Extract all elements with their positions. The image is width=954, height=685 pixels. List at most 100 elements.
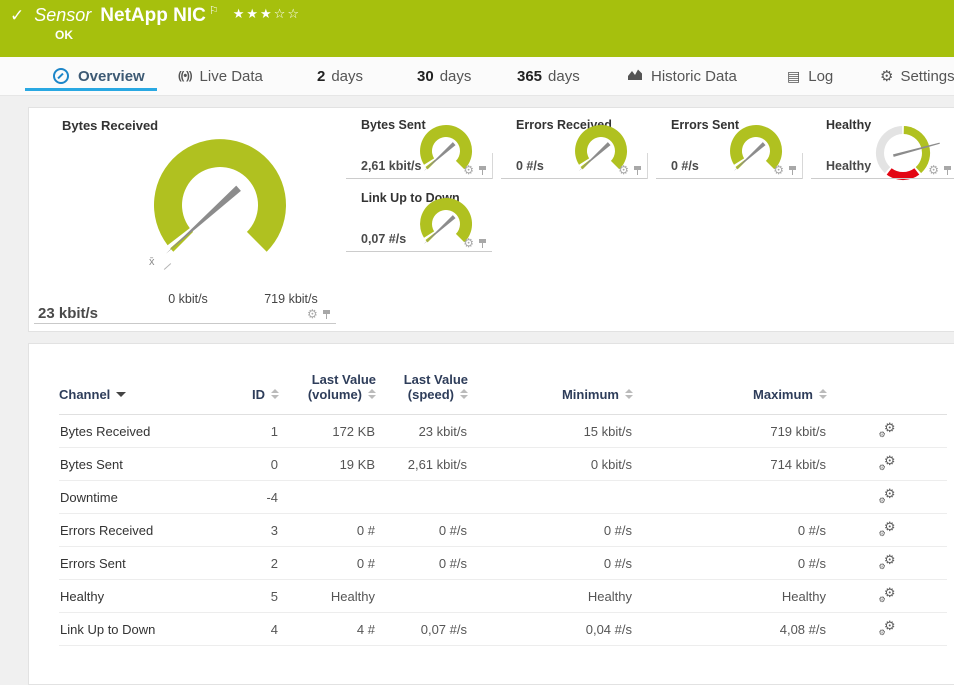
col-header-minimum[interactable]: Minimum xyxy=(468,372,633,415)
mini-panel-healthy: Healthy Healthy ⚙ xyxy=(811,113,954,185)
maximum-value: 0 #/s xyxy=(633,514,827,547)
gear-icon[interactable]: ⚙ xyxy=(307,309,318,320)
gauge-tools: ⚙ xyxy=(928,165,952,176)
table-row: Link Up to Down 4 4 # 0,07 #/s 0,04 #/s … xyxy=(59,613,947,646)
priority-stars[interactable]: ★★★☆☆ xyxy=(233,6,301,22)
tab-number: 2 xyxy=(317,68,325,85)
pin-icon[interactable] xyxy=(633,165,642,176)
tab-label: Historic Data xyxy=(651,68,737,85)
tab-label: Settings xyxy=(900,68,954,85)
col-header-id[interactable]: ID xyxy=(199,372,279,415)
mini-panel-errors-received: Errors Received 0 #/s ⚙ xyxy=(501,113,648,185)
object-kind-label: Sensor xyxy=(34,5,91,26)
col-header-maximum[interactable]: Maximum xyxy=(633,372,827,415)
divider xyxy=(34,323,336,324)
minimum-value: 0 #/s xyxy=(468,547,633,580)
log-list-icon: ▤ xyxy=(787,68,800,85)
tab-label: days xyxy=(440,68,472,85)
sort-icon xyxy=(624,389,633,400)
channel-id: 3 xyxy=(199,514,279,547)
divider xyxy=(656,178,802,179)
last-value-speed xyxy=(376,580,468,613)
tab-2-days[interactable]: 2 days xyxy=(317,57,363,95)
channel-id: 4 xyxy=(199,613,279,646)
channel-settings-icon[interactable]: ⚙⚙ xyxy=(879,488,896,504)
sort-icon xyxy=(270,389,279,400)
gear-icon[interactable]: ⚙ xyxy=(773,165,784,176)
last-value-volume: 172 KB xyxy=(279,415,376,448)
channel-name: Healthy xyxy=(59,580,199,613)
last-value-volume: 19 KB xyxy=(279,448,376,481)
gear-icon[interactable]: ⚙ xyxy=(463,165,474,176)
gear-icon[interactable]: ⚙ xyxy=(928,165,939,176)
col-label: (volume) xyxy=(308,387,362,402)
sort-icon xyxy=(459,389,468,400)
col-header-last-value-speed[interactable]: Last Value (speed) xyxy=(376,372,468,415)
table-row: Downtime -4 ⚙⚙ xyxy=(59,481,947,514)
mini-panel-bytes-sent: Bytes Sent 2,61 kbit/s ⚙ xyxy=(346,113,493,185)
tab-historic-data[interactable]: Historic Data xyxy=(627,57,737,95)
channel-settings-icon[interactable]: ⚙⚙ xyxy=(879,521,896,537)
channel-settings-icon[interactable]: ⚙⚙ xyxy=(879,620,896,636)
gauges-card: Bytes Received x̄ 0 kbit/s 719 kbit/s 23… xyxy=(28,107,954,332)
channel-name: Errors Sent xyxy=(59,547,199,580)
col-label: Last Value xyxy=(312,372,376,387)
tab-number: 365 xyxy=(517,68,542,85)
channel-settings-icon[interactable]: ⚙⚙ xyxy=(879,455,896,471)
broadcast-icon: ((•)) xyxy=(178,70,192,82)
col-header-last-value-volume[interactable]: Last Value (volume) xyxy=(279,372,376,415)
sensor-header: ✓ Sensor NetApp NIC ⚐ ★★★☆☆ OK xyxy=(0,0,954,57)
tab-live-data[interactable]: ((•)) Live Data xyxy=(178,57,263,95)
col-label: ID xyxy=(252,387,265,402)
tab-overview[interactable]: Overview xyxy=(53,57,145,95)
last-value-speed: 0 #/s xyxy=(376,547,468,580)
gear-icon: ⚙ xyxy=(879,628,886,637)
gear-icon: ⚙ xyxy=(880,67,893,85)
mean-marker: x̄ xyxy=(149,256,155,268)
last-value-speed: 23 kbit/s xyxy=(376,415,468,448)
channel-id: 1 xyxy=(199,415,279,448)
tab-label: Live Data xyxy=(200,68,263,85)
area-chart-icon xyxy=(627,68,643,85)
gear-icon: ⚙ xyxy=(879,496,886,505)
pin-icon[interactable] xyxy=(943,165,952,176)
channel-id: -4 xyxy=(199,481,279,514)
channel-settings-icon[interactable]: ⚙⚙ xyxy=(879,554,896,570)
sort-desc-icon xyxy=(116,392,126,397)
mini-gauge-title: Healthy xyxy=(826,118,871,132)
primary-gauge-value: 23 kbit/s xyxy=(38,305,98,322)
pin-icon[interactable] xyxy=(478,238,487,249)
col-label: Channel xyxy=(59,387,110,402)
tab-label: days xyxy=(548,68,580,85)
tab-365-days[interactable]: 365 days xyxy=(517,57,580,95)
minimum-value: Healthy xyxy=(468,580,633,613)
tab-label: Overview xyxy=(78,68,145,85)
maximum-value: 4,08 #/s xyxy=(633,613,827,646)
channel-name: Link Up to Down xyxy=(59,613,199,646)
table-header-row: Channel ID Last Value (volume) Last Valu… xyxy=(59,372,947,415)
pin-icon[interactable] xyxy=(788,165,797,176)
channel-settings-icon[interactable]: ⚙⚙ xyxy=(879,422,896,438)
last-value-speed xyxy=(376,481,468,514)
gear-icon[interactable]: ⚙ xyxy=(463,238,474,249)
pin-icon[interactable] xyxy=(322,309,331,320)
tab-log[interactable]: ▤ Log xyxy=(787,57,833,95)
channel-name: Downtime xyxy=(59,481,199,514)
gear-icon[interactable]: ⚙ xyxy=(618,165,629,176)
col-header-channel[interactable]: Channel xyxy=(59,372,199,415)
tab-30-days[interactable]: 30 days xyxy=(417,57,471,95)
channel-id: 2 xyxy=(199,547,279,580)
table-row: Bytes Received 1 172 KB 23 kbit/s 15 kbi… xyxy=(59,415,947,448)
gear-icon: ⚙ xyxy=(879,529,886,538)
last-value-speed: 2,61 kbit/s xyxy=(376,448,468,481)
channel-settings-icon[interactable]: ⚙⚙ xyxy=(879,587,896,603)
tab-settings[interactable]: ⚙ Settings xyxy=(880,57,954,95)
sort-icon xyxy=(367,389,376,400)
pin-icon[interactable] xyxy=(478,165,487,176)
mini-gauge-value: 0 #/s xyxy=(671,159,699,173)
flag-icon[interactable]: ⚐ xyxy=(209,4,219,17)
channel-name: Bytes Received xyxy=(59,415,199,448)
divider xyxy=(811,178,954,179)
col-header-actions xyxy=(827,372,947,415)
mini-gauge-title: Bytes Sent xyxy=(361,118,426,132)
